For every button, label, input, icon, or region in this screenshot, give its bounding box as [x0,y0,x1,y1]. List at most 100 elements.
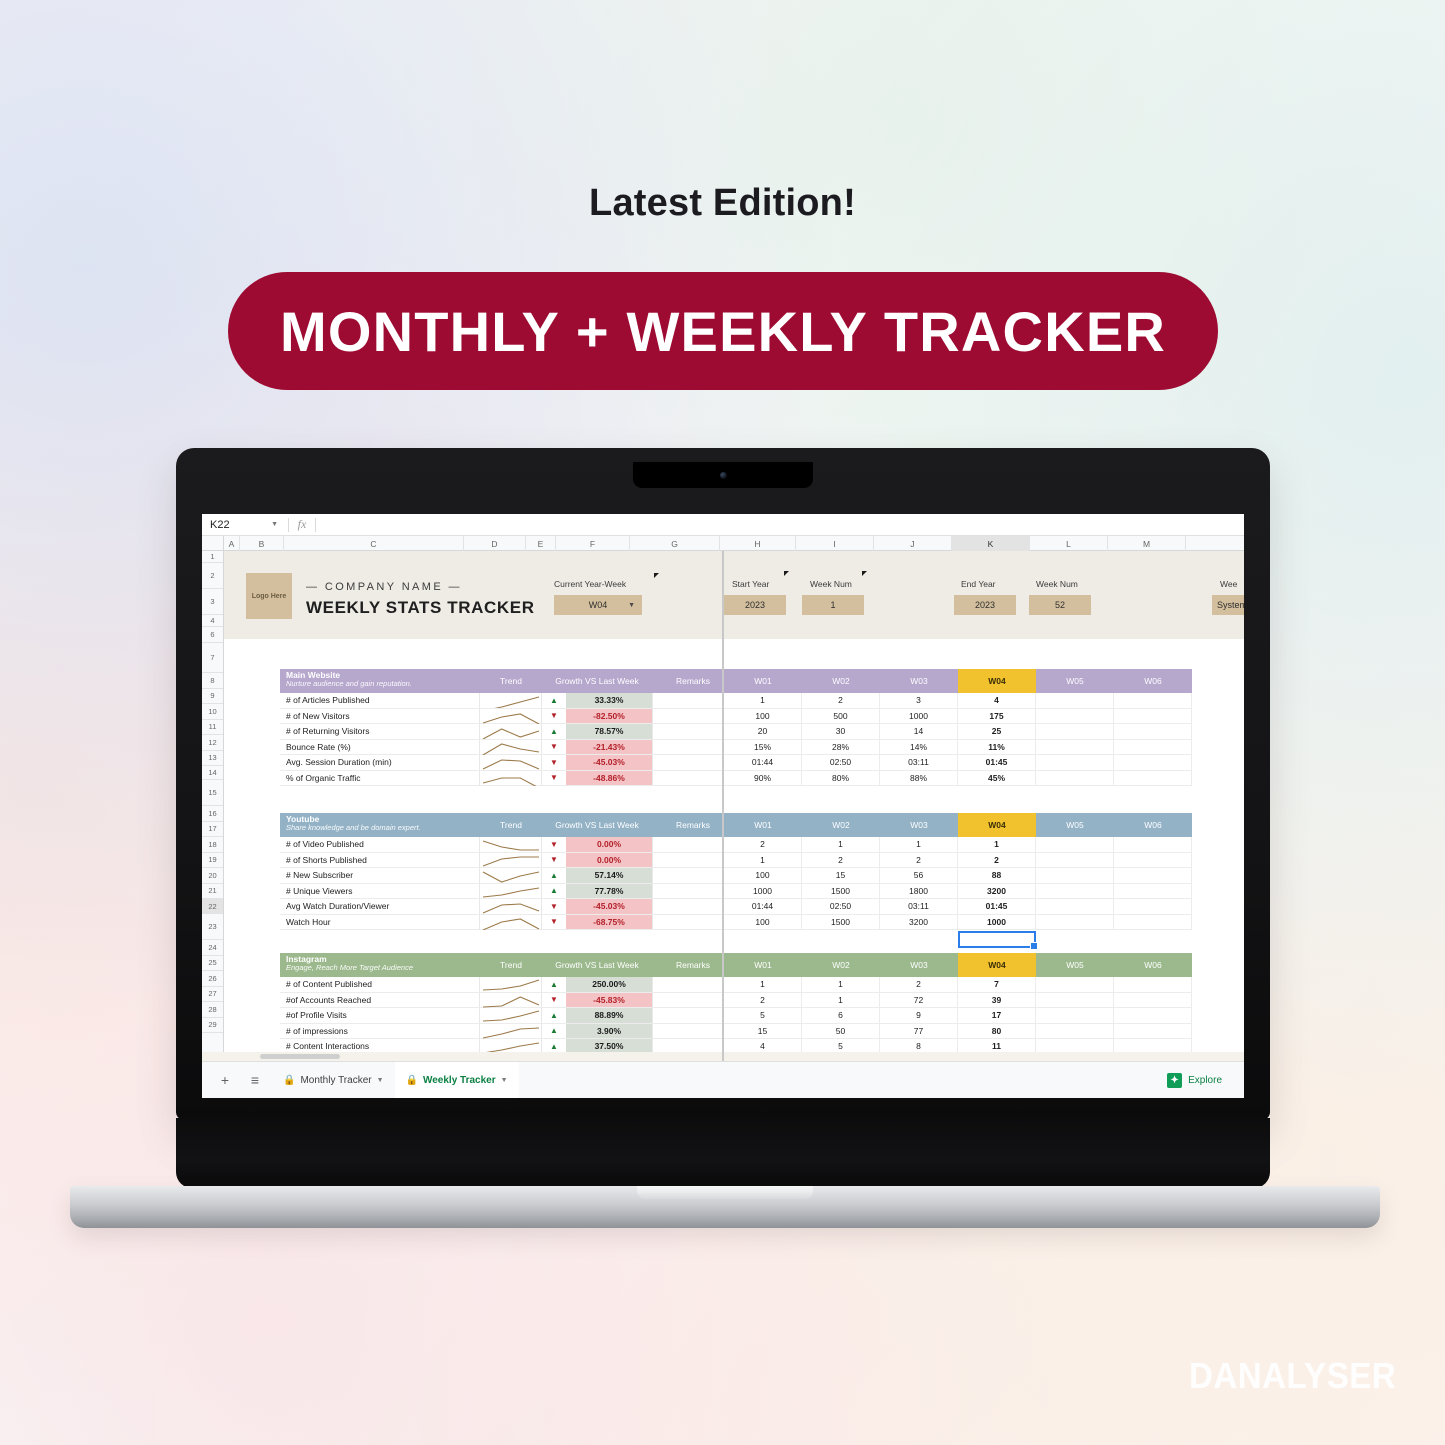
row-header-29[interactable]: 29 [202,1018,223,1033]
week-cell-w03[interactable]: 2 [880,977,958,993]
week-cell-w04[interactable]: 2 [958,852,1036,868]
week-cell-w05[interactable] [1036,883,1114,899]
week-cell-w02[interactable]: 02:50 [802,899,880,915]
week-cell-w04[interactable]: 3200 [958,883,1036,899]
week-header-w05[interactable]: W05 [1036,813,1114,837]
week-cell-w01[interactable]: 100 [724,708,802,724]
column-header-i[interactable]: I [796,536,874,551]
row-header-7[interactable]: 7 [202,643,223,673]
week-cell-w06[interactable] [1114,1023,1192,1039]
week-cell-w04[interactable]: 25 [958,724,1036,740]
week-cell-w06[interactable] [1114,693,1192,709]
week-header-w01[interactable]: W01 [724,669,802,693]
all-sheets-button[interactable]: ≡ [242,1067,268,1093]
metric-row[interactable]: #of Accounts Reached ▼ -45.83% [280,992,734,1008]
metric-row[interactable]: #of Profile Visits ▲ 88.89% [280,1008,734,1024]
selected-cell-outline[interactable] [958,931,1038,950]
week-cell-w02[interactable]: 1 [802,992,880,1008]
week-header-w01[interactable]: W01 [724,813,802,837]
week-cell-w05[interactable] [1036,868,1114,884]
week-cell-w03[interactable]: 2 [880,852,958,868]
week-cell-w02[interactable]: 1500 [802,914,880,930]
column-header-l[interactable]: L [1030,536,1108,551]
row-header-17[interactable]: 17 [202,822,223,837]
week-cell-w03[interactable]: 14 [880,724,958,740]
explore-button[interactable]: ✦ Explore [1157,1066,1232,1094]
week-cell-w02[interactable]: 1500 [802,883,880,899]
metric-row[interactable]: # of Video Published ▼ 0.00% [280,837,734,853]
week-header-w03[interactable]: W03 [880,953,958,977]
week-cell-w03[interactable]: 3200 [880,914,958,930]
week-cell-w01[interactable]: 15 [724,1023,802,1039]
week-cell-w01[interactable]: 01:44 [724,899,802,915]
week-num-end-cell[interactable]: 52 [1029,595,1091,615]
row-header-11[interactable]: 11 [202,720,223,735]
week-header-w06[interactable]: W06 [1114,669,1192,693]
week-header-w02[interactable]: W02 [802,669,880,693]
week-cell-w03[interactable]: 77 [880,1023,958,1039]
week-cell-w05[interactable] [1036,992,1114,1008]
chevron-down-icon[interactable]: ▼ [501,1077,508,1084]
row-header-1[interactable]: 1 [202,551,223,563]
week-cell-w06[interactable] [1114,852,1192,868]
week-cell-w02[interactable]: 15 [802,868,880,884]
week-header-w02[interactable]: W02 [802,813,880,837]
week-cell-w05[interactable] [1036,837,1114,853]
metric-row[interactable]: Avg. Session Duration (min) ▼ -45.03% [280,755,734,771]
row-header-14[interactable]: 14 [202,766,223,780]
start-year-cell[interactable]: 2023 [724,595,786,615]
column-header-k[interactable]: K [952,536,1030,551]
week-cell-w04[interactable]: 80 [958,1023,1036,1039]
week-cell-w02[interactable]: 2 [802,693,880,709]
row-header-3[interactable]: 3 [202,589,223,615]
week-cell-w04[interactable]: 1 [958,837,1036,853]
week-cell-w02[interactable]: 28% [802,739,880,755]
week-header-w05[interactable]: W05 [1036,953,1114,977]
week-cell-w06[interactable] [1114,899,1192,915]
week-header-w06[interactable]: W06 [1114,813,1192,837]
grid-body[interactable]: Logo Here — COMPANY NAME — WEEKLY STATS … [224,551,1244,1061]
column-header-j[interactable]: J [874,536,952,551]
week-header-w05[interactable]: W05 [1036,669,1114,693]
week-cell-w04[interactable]: 7 [958,977,1036,993]
current-year-week-dropdown[interactable]: W04 ▼ [554,595,642,615]
week-cell-w05[interactable] [1036,755,1114,771]
column-header-f[interactable]: F [556,536,630,551]
week-cell-w06[interactable] [1114,883,1192,899]
week-cell-w03[interactable]: 88% [880,770,958,786]
metric-row[interactable]: % of Organic Traffic ▼ -48.86% [280,770,734,786]
metric-row[interactable]: # of Shorts Published ▼ 0.00% [280,852,734,868]
week-cell-w04[interactable]: 175 [958,708,1036,724]
week-cell-w03[interactable]: 03:11 [880,899,958,915]
week-cell-w05[interactable] [1036,693,1114,709]
column-header-m[interactable]: M [1108,536,1186,551]
row-header-21[interactable]: 21 [202,884,223,899]
week-cell-w03[interactable]: 14% [880,739,958,755]
row-header-10[interactable]: 10 [202,704,223,720]
row-header-8[interactable]: 8 [202,673,223,689]
week-cell-w01[interactable]: 2 [724,837,802,853]
week-header-w04[interactable]: W04 [958,669,1036,693]
week-cell-w04[interactable]: 39 [958,992,1036,1008]
week-cell-w06[interactable] [1114,868,1192,884]
week-cell-w04[interactable]: 11% [958,739,1036,755]
week-cell-w04[interactable]: 01:45 [958,899,1036,915]
week-cell-w03[interactable]: 72 [880,992,958,1008]
week-header-w01[interactable]: W01 [724,953,802,977]
week-cell-w05[interactable] [1036,708,1114,724]
week-cell-w03[interactable]: 03:11 [880,755,958,771]
select-all-corner[interactable] [202,536,224,550]
week-system-cell[interactable]: System [1212,595,1244,615]
metric-row[interactable]: # Unique Viewers ▲ 77.78% [280,883,734,899]
week-cell-w02[interactable]: 500 [802,708,880,724]
week-cell-w01[interactable]: 01:44 [724,755,802,771]
metric-row[interactable]: # of Content Published ▲ 250.00% [280,977,734,993]
week-cell-w01[interactable]: 5 [724,1008,802,1024]
week-cell-w03[interactable]: 9 [880,1008,958,1024]
week-cell-w01[interactable]: 1 [724,693,802,709]
week-cell-w01[interactable]: 90% [724,770,802,786]
week-cell-w01[interactable]: 100 [724,914,802,930]
week-cell-w06[interactable] [1114,724,1192,740]
week-cell-w01[interactable]: 20 [724,724,802,740]
week-cell-w02[interactable]: 6 [802,1008,880,1024]
